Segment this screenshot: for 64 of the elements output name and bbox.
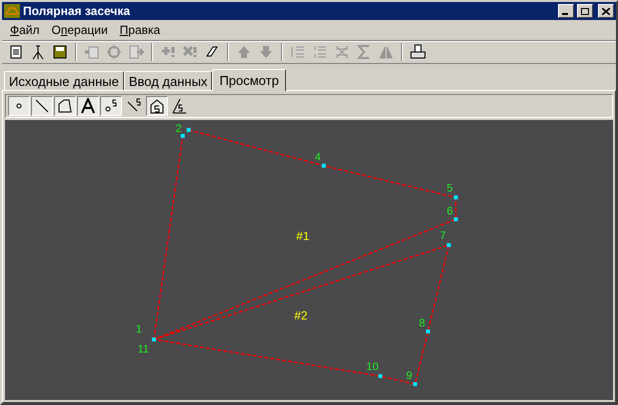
minimize-button[interactable] — [558, 4, 574, 18]
point-label: 11 — [138, 343, 149, 356]
menu-item[interactable]: Файл — [4, 21, 46, 39]
tool-button[interactable] — [54, 96, 76, 116]
polygon-label: #1 — [296, 229, 310, 244]
new-document-icon — [8, 44, 24, 60]
point-label: 1 — [136, 323, 142, 336]
mirror-icon — [378, 44, 394, 60]
app-icon — [4, 4, 20, 18]
menu-item[interactable]: Операции — [46, 21, 114, 39]
close-button[interactable] — [598, 4, 614, 18]
document-arrow-icon — [128, 44, 144, 60]
point-marker — [454, 195, 458, 200]
point-label: 9 — [406, 370, 412, 382]
delete-icon — [182, 44, 198, 60]
cross-lines-icon — [334, 44, 350, 60]
point-marker — [426, 330, 430, 334]
tool-button[interactable] — [77, 96, 99, 116]
point-label: 7 — [440, 230, 446, 242]
plus-icon — [160, 44, 176, 60]
printer-icon — [410, 44, 426, 60]
polygon-icon — [57, 98, 73, 114]
tool-button[interactable] — [8, 96, 30, 116]
point-marker — [413, 382, 418, 386]
numbered-list-icon — [312, 44, 328, 60]
point-marker — [378, 374, 382, 378]
tab[interactable]: Исходные данные — [4, 71, 124, 90]
save-icon — [52, 44, 68, 60]
letter-icon — [80, 98, 96, 114]
tool-button[interactable] — [146, 96, 168, 116]
sigma-icon — [356, 44, 372, 60]
point-marker — [186, 128, 191, 132]
list-icon — [290, 44, 306, 60]
menu-item[interactable]: Правка — [114, 21, 166, 39]
point-label: 10 — [366, 361, 378, 374]
close-icon — [602, 8, 610, 14]
point-marker — [322, 164, 326, 168]
point-marker — [152, 337, 156, 342]
window-title: Полярная засечка — [23, 3, 132, 20]
tool-button[interactable] — [100, 96, 122, 116]
target-icon — [106, 44, 122, 60]
point-marker — [446, 243, 451, 248]
polygon-label: #2 — [294, 308, 308, 323]
point-marker — [454, 217, 458, 222]
arrow-down-icon — [258, 44, 274, 60]
maximize-icon — [581, 8, 589, 14]
numbered-line-icon — [126, 98, 142, 114]
point-label: 5 — [446, 182, 453, 194]
point-label: 8 — [418, 318, 426, 330]
numbered-polygon-icon — [149, 98, 165, 114]
document-icon — [84, 44, 100, 60]
point-label: 2 — [176, 122, 182, 135]
maximize-button[interactable] — [577, 4, 593, 18]
arrow-up-icon — [236, 44, 252, 60]
numbered-point-icon — [103, 98, 119, 114]
line-icon — [34, 98, 50, 114]
angle-icon — [172, 98, 188, 114]
point-label: 6 — [446, 205, 453, 218]
tripod-icon — [30, 44, 46, 60]
tab[interactable]: Просмотр — [212, 69, 286, 91]
tool-button[interactable] — [31, 96, 53, 116]
point-marker — [180, 134, 185, 138]
point-label: 4 — [314, 152, 321, 164]
tab[interactable]: Ввод данных — [124, 71, 212, 90]
